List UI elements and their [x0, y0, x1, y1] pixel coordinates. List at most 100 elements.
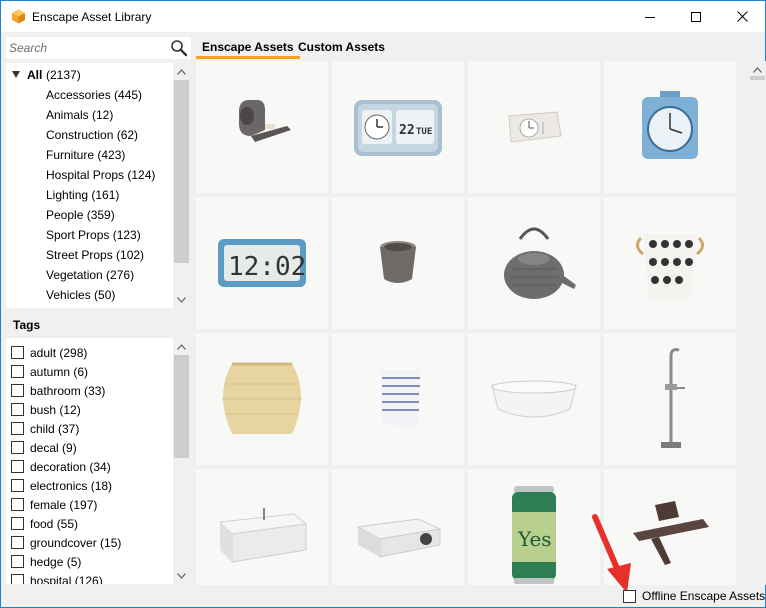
sink-icon — [218, 508, 308, 563]
tags-list: adult (298) autumn (6) bathroom (33) bus… — [6, 338, 190, 584]
flip-clock-icon: 22 TUE — [354, 100, 442, 156]
tag-item[interactable]: decoration (34) — [11, 457, 111, 476]
asset-tile[interactable] — [468, 61, 600, 193]
tag-checkbox[interactable] — [11, 574, 24, 584]
tag-label: child (37) — [30, 421, 80, 436]
tag-checkbox[interactable] — [11, 441, 24, 454]
tag-checkbox[interactable] — [11, 498, 24, 511]
tag-checkbox[interactable] — [11, 422, 24, 435]
minimize-button[interactable] — [627, 1, 673, 32]
maximize-button[interactable] — [673, 1, 719, 32]
asset-tile[interactable] — [196, 469, 328, 585]
offline-label: Offline Enscape Assets — [642, 589, 766, 603]
close-button[interactable] — [719, 1, 765, 32]
expanded-arrow-icon[interactable] — [12, 71, 20, 78]
offline-assets-toggle[interactable]: Offline Enscape Assets — [623, 589, 765, 603]
tag-item[interactable]: female (197) — [11, 495, 97, 514]
tag-label: food (55) — [30, 516, 79, 531]
scroll-up-icon[interactable] — [173, 338, 190, 355]
asset-tile[interactable] — [468, 333, 600, 465]
tag-checkbox[interactable] — [11, 384, 24, 397]
tape-measure-icon — [239, 100, 291, 142]
title-bar: Enscape Asset Library — [1, 1, 765, 32]
tag-checkbox[interactable] — [11, 346, 24, 359]
tab-custom-assets[interactable]: Custom Assets — [292, 39, 391, 59]
tag-item[interactable]: electronics (18) — [11, 476, 112, 495]
category-item[interactable]: Hospital Props (124) — [46, 165, 155, 185]
patterned-basket-icon — [636, 234, 704, 301]
flip-clock-day: 22 — [399, 123, 415, 138]
tag-item[interactable]: autumn (6) — [11, 362, 88, 381]
category-item[interactable]: Vegetation (276) — [46, 265, 134, 285]
tag-item[interactable]: groundcover (15) — [11, 533, 121, 552]
tag-item[interactable]: decal (9) — [11, 438, 77, 457]
tag-label: decal (9) — [30, 440, 77, 455]
projector-icon — [356, 518, 442, 558]
tag-checkbox[interactable] — [11, 403, 24, 416]
category-all-label: All — [27, 68, 43, 82]
asset-tile[interactable] — [196, 61, 328, 193]
towel-icon — [380, 370, 420, 428]
tag-item[interactable]: food (55) — [11, 514, 78, 533]
asset-tile[interactable] — [332, 469, 464, 585]
asset-tile[interactable] — [332, 197, 464, 329]
asset-tile[interactable]: 22 TUE — [332, 61, 464, 193]
category-item[interactable]: Vehicles (50) — [46, 285, 115, 305]
tag-item[interactable]: bush (12) — [11, 400, 81, 419]
enscape-logo-icon — [12, 9, 25, 24]
category-item[interactable]: Sport Props (123) — [46, 225, 141, 245]
woven-basket-icon — [222, 362, 302, 434]
minimize-icon — [645, 16, 655, 18]
tag-checkbox[interactable] — [11, 517, 24, 530]
maximize-icon — [691, 11, 701, 22]
asset-tile[interactable]: Yes — [468, 469, 600, 585]
scroll-down-icon[interactable] — [173, 567, 190, 584]
scroll-up-icon[interactable] — [173, 63, 190, 80]
tab-enscape-assets[interactable]: Enscape Assets — [196, 39, 300, 59]
tag-item[interactable]: hedge (5) — [11, 552, 81, 571]
search-input[interactable] — [6, 37, 166, 59]
tag-item[interactable]: child (37) — [11, 419, 79, 438]
tag-label: bush (12) — [30, 402, 81, 417]
asset-tile[interactable] — [468, 197, 600, 329]
category-item[interactable]: People (359) — [46, 205, 115, 225]
tag-label: adult (298) — [30, 345, 88, 360]
asset-grid-scrollbar[interactable] — [749, 61, 766, 585]
category-item[interactable]: Animals (12) — [46, 105, 113, 125]
scroll-thumb[interactable] — [174, 355, 189, 458]
asset-tile[interactable] — [604, 197, 736, 329]
category-item[interactable]: Street Props (102) — [46, 245, 144, 265]
tag-label: female (197) — [30, 497, 98, 512]
tag-checkbox[interactable] — [11, 460, 24, 473]
tag-checkbox[interactable] — [11, 365, 24, 378]
annotation-arrow-icon — [592, 514, 631, 593]
category-item[interactable]: Accessories (445) — [46, 85, 142, 105]
soda-can-icon: Yes — [512, 486, 556, 584]
search-box — [6, 37, 191, 59]
scroll-thumb[interactable] — [174, 80, 189, 263]
category-item[interactable]: Lighting (161) — [46, 185, 119, 205]
scroll-down-icon[interactable] — [173, 291, 190, 308]
blue-alarm-clock-icon — [642, 91, 698, 159]
tags-scrollbar[interactable] — [173, 338, 190, 584]
scroll-thumb[interactable] — [750, 76, 765, 80]
tag-label: electronics (18) — [30, 478, 113, 493]
asset-tile[interactable] — [604, 333, 736, 465]
offline-checkbox[interactable] — [623, 589, 636, 603]
tag-item[interactable]: bathroom (33) — [11, 381, 105, 400]
digital-clock-time: 12:02 — [228, 252, 306, 282]
asset-tile[interactable]: 12:02 — [196, 197, 328, 329]
category-scrollbar[interactable] — [173, 63, 190, 308]
search-icon[interactable] — [170, 39, 188, 57]
asset-tile[interactable] — [604, 61, 736, 193]
category-item[interactable]: Construction (62) — [46, 125, 138, 145]
tag-item[interactable]: adult (298) — [11, 343, 87, 362]
category-item[interactable]: Furniture (423) — [46, 145, 125, 165]
tag-checkbox[interactable] — [11, 536, 24, 549]
asset-tile[interactable] — [196, 333, 328, 465]
tag-checkbox[interactable] — [11, 479, 24, 492]
tag-checkbox[interactable] — [11, 555, 24, 568]
asset-tile[interactable] — [332, 333, 464, 465]
bathtub-icon — [491, 380, 577, 418]
tag-item[interactable]: hospital (126) — [11, 571, 103, 584]
